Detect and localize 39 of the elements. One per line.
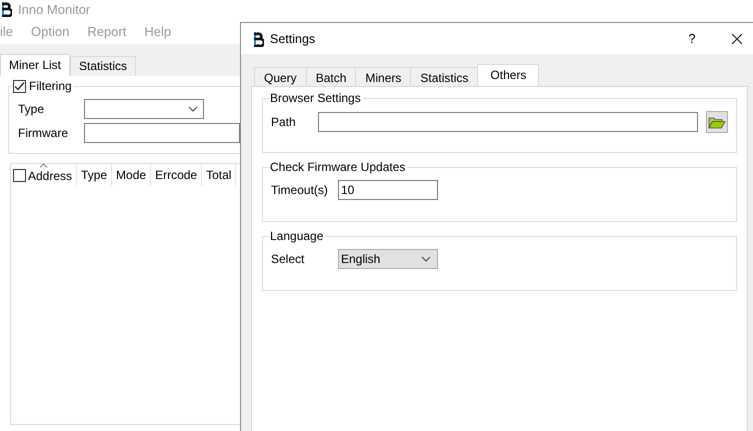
- filtering-checkbox[interactable]: [13, 80, 26, 92]
- field-label: Type: [18, 102, 46, 116]
- tab[interactable]: Statistics: [70, 56, 136, 76]
- app-logo-icon: [0, 1, 12, 17]
- field-label: Timeout(s): [271, 183, 329, 197]
- chevron-down-icon: [188, 106, 198, 112]
- firmware-field[interactable]: [84, 123, 240, 143]
- type-dropdown[interactable]: [84, 99, 204, 119]
- group-title: Check Firmware Updates: [270, 160, 408, 174]
- timeout-field[interactable]: 10: [338, 180, 438, 200]
- dialog-title: Settings: [270, 32, 316, 46]
- column-label: Address: [28, 170, 72, 183]
- path-field[interactable]: [318, 112, 698, 132]
- language-dropdown[interactable]: English: [338, 249, 438, 269]
- app-logo-icon: [252, 30, 264, 46]
- column-header[interactable]: Address: [11, 164, 78, 186]
- tab[interactable]: Others: [477, 64, 540, 86]
- checkbox-label: Filtering: [29, 79, 72, 93]
- field-label: Path: [271, 115, 297, 129]
- help-button[interactable]: ?: [682, 31, 702, 46]
- column-header[interactable]: Mode: [112, 164, 152, 186]
- window-title: Inno Monitor: [18, 2, 90, 16]
- close-button[interactable]: [730, 32, 744, 46]
- tab[interactable]: Query: [254, 67, 307, 86]
- column-header[interactable]: Type: [77, 164, 112, 186]
- column-header[interactable]: Errcode: [151, 164, 202, 186]
- chevron-down-icon: [421, 256, 431, 262]
- field-label: Firmware: [18, 126, 69, 140]
- group-title: Browser Settings: [270, 91, 363, 105]
- folder-icon: [708, 116, 726, 128]
- group-title: Language: [270, 229, 326, 243]
- check-icon: [13, 80, 26, 92]
- column-header[interactable]: Total: [202, 164, 236, 186]
- tab[interactable]: Miner List: [0, 54, 70, 76]
- close-icon: [731, 32, 743, 44]
- field-label: Select: [271, 252, 306, 266]
- select-all-checkbox[interactable]: [13, 168, 26, 182]
- sort-caret-icon: [39, 163, 48, 168]
- browse-button[interactable]: [706, 111, 728, 133]
